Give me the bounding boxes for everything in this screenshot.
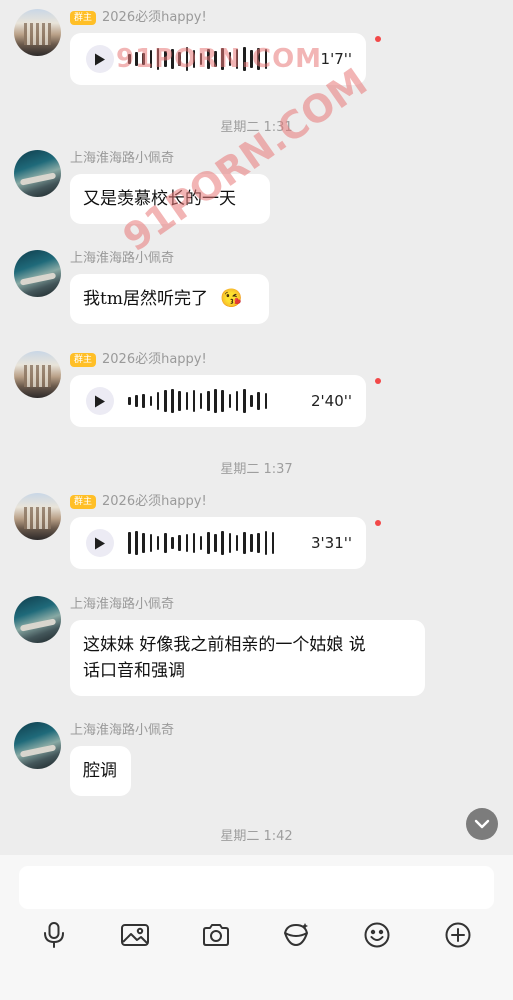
waveform xyxy=(128,528,279,558)
microphone-icon[interactable] xyxy=(36,917,72,953)
owner-badge: 群主 xyxy=(70,353,97,367)
timestamp: 星期二 1:42 xyxy=(220,829,293,844)
image-icon[interactable] xyxy=(117,917,153,953)
message-input[interactable] xyxy=(19,866,494,909)
play-icon[interactable] xyxy=(86,529,114,557)
avatar[interactable] xyxy=(14,722,61,769)
scroll-to-bottom-button[interactable] xyxy=(466,808,498,840)
red-packet-icon[interactable] xyxy=(278,917,314,953)
avatar[interactable] xyxy=(14,150,61,197)
message-voice: 群主 2026必须happy! 2'40'' xyxy=(14,351,504,433)
waveform xyxy=(128,44,272,74)
text-bubble[interactable]: 这妹妹 好像我之前相亲的一个姑娘 说 话口音和强调 xyxy=(70,620,425,696)
sender-name: 群主 2026必须happy! xyxy=(70,9,207,27)
sender-name: 群主 2026必须happy! xyxy=(70,493,207,511)
play-icon[interactable] xyxy=(86,387,114,415)
owner-badge: 群主 xyxy=(70,495,97,509)
chevron-down-icon xyxy=(474,819,490,829)
message-text: 上海淮海路小佩奇 这妹妹 好像我之前相亲的一个姑娘 说 话口音和强调 xyxy=(14,596,504,701)
input-area xyxy=(0,855,513,1000)
play-icon[interactable] xyxy=(86,45,114,73)
avatar[interactable] xyxy=(14,596,61,643)
voice-bubble[interactable]: 2'40'' xyxy=(70,375,366,427)
voice-bubble[interactable]: 1'7'' xyxy=(70,33,366,85)
toolbar xyxy=(0,917,513,953)
plus-icon[interactable] xyxy=(440,917,476,953)
avatar[interactable] xyxy=(14,351,61,398)
avatar[interactable] xyxy=(14,250,61,297)
message-text: 上海淮海路小佩奇 腔调 xyxy=(14,722,504,802)
sender-name: 上海淮海路小佩奇 xyxy=(70,597,175,612)
unread-dot xyxy=(375,36,381,42)
message-text: 上海淮海路小佩奇 又是羡慕校长的一天 xyxy=(14,150,504,230)
text-bubble[interactable]: 腔调 xyxy=(70,746,131,796)
emoji-icon[interactable] xyxy=(359,917,395,953)
sender-name: 上海淮海路小佩奇 xyxy=(70,251,175,266)
unread-dot xyxy=(375,378,381,384)
chat-screen: 群主 2026必须happy! 1'7'' 星期二 1:31 上海淮海路小佩奇 又… xyxy=(0,0,513,1000)
owner-badge: 群主 xyxy=(70,11,97,25)
timestamp: 星期二 1:31 xyxy=(220,120,293,135)
message-voice: 群主 2026必须happy! 3'31'' xyxy=(14,493,504,575)
voice-duration: 3'31'' xyxy=(310,534,352,552)
avatar[interactable] xyxy=(14,9,61,56)
unread-dot xyxy=(375,520,381,526)
avatar[interactable] xyxy=(14,493,61,540)
waveform xyxy=(128,386,272,416)
sender-name: 群主 2026必须happy! xyxy=(70,351,207,369)
sender-name: 上海淮海路小佩奇 xyxy=(70,151,175,166)
text-bubble[interactable]: 我tm居然听完了 😘 xyxy=(70,274,269,324)
voice-duration: 2'40'' xyxy=(310,392,352,410)
camera-icon[interactable] xyxy=(198,917,234,953)
message-voice: 群主 2026必须happy! 1'7'' xyxy=(14,9,504,91)
message-text: 上海淮海路小佩奇 我tm居然听完了 😘 xyxy=(14,250,504,330)
text-bubble[interactable]: 又是羡慕校长的一天 xyxy=(70,174,270,224)
voice-bubble[interactable]: 3'31'' xyxy=(70,517,366,569)
sender-name: 上海淮海路小佩奇 xyxy=(70,723,175,738)
voice-duration: 1'7'' xyxy=(320,50,352,68)
kiss-emoji: 😘 xyxy=(219,288,243,309)
timestamp: 星期二 1:37 xyxy=(220,462,293,477)
